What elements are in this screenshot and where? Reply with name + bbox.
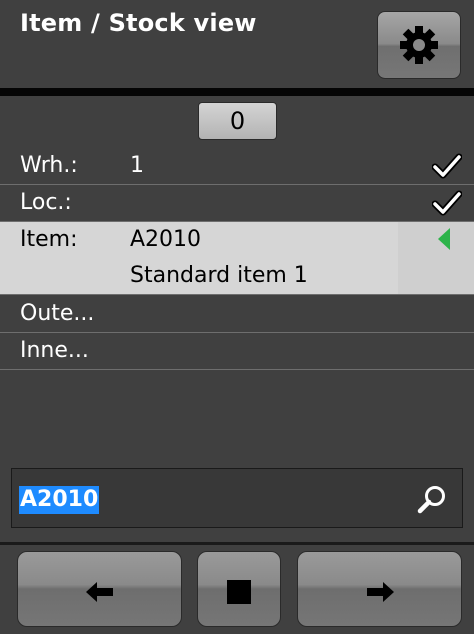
row-value-description: Standard item 1 (130, 263, 308, 288)
scan-input-field[interactable]: A2010 (11, 468, 463, 528)
row-item[interactable]: Item: A2010 Standard item 1 (0, 222, 474, 295)
row-pointer-area (398, 222, 474, 294)
forward-button[interactable] (297, 551, 462, 627)
search-icon[interactable] (416, 483, 448, 515)
row-value: A2010 (130, 227, 202, 252)
arrow-left-icon (85, 582, 113, 602)
header-divider (0, 88, 474, 96)
row-label: Oute... (20, 301, 95, 326)
footer-divider (0, 542, 474, 545)
row-label: Wrh.: (20, 153, 78, 178)
stop-button[interactable] (197, 551, 281, 627)
checkmark-icon (432, 153, 462, 179)
row-location[interactable]: Loc.: (0, 185, 474, 222)
gear-icon (400, 26, 438, 64)
back-button[interactable] (17, 551, 182, 627)
row-label: Item: (20, 227, 78, 252)
row-label: Loc.: (20, 190, 72, 215)
triangle-left-icon (438, 228, 450, 250)
counter-button[interactable]: 0 (198, 102, 277, 140)
row-inner[interactable]: Inne... (0, 333, 474, 370)
header-bar: Item / Stock view (0, 0, 474, 88)
page-title: Item / Stock view (20, 9, 257, 37)
checkmark-icon (432, 190, 462, 216)
row-value: 1 (130, 153, 144, 178)
stop-icon (227, 580, 251, 604)
row-outer[interactable]: Oute... (0, 295, 474, 333)
scan-input-value[interactable]: A2010 (19, 486, 100, 514)
row-label: Inne... (20, 338, 89, 363)
settings-button[interactable] (377, 11, 461, 79)
row-warehouse[interactable]: Wrh.: 1 (0, 148, 474, 185)
arrow-right-icon (366, 582, 394, 602)
